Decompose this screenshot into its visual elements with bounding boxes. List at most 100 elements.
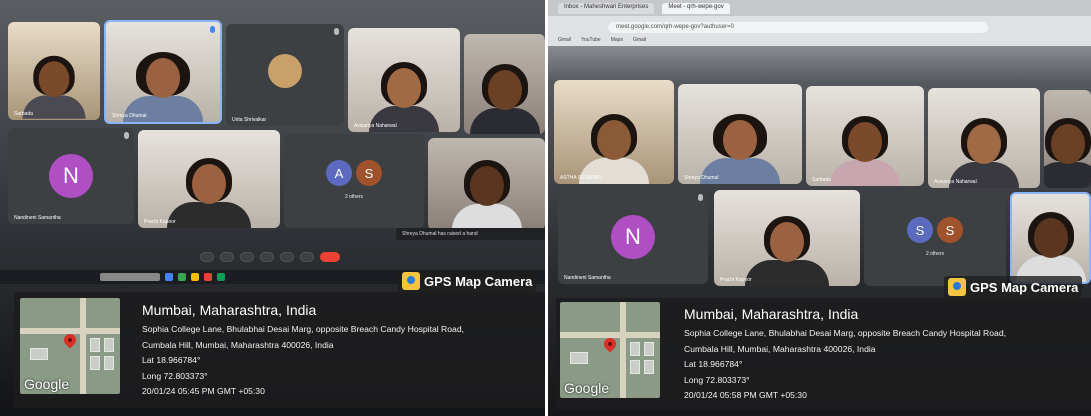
participant-tile (1044, 90, 1091, 188)
app-icon[interactable] (165, 273, 173, 281)
participant-tile: Avisariya Naharwal (348, 28, 460, 132)
browser-tabs: Inbox - Maheshwari Enterprises Meet - qr… (548, 0, 1091, 16)
participant-tile: Prachi Kapoor (714, 190, 860, 286)
participant-tile: Sarbada (806, 86, 924, 186)
browser-tab[interactable]: Inbox - Maheshwari Enterprises (558, 3, 655, 14)
bookmark[interactable]: Gmail (633, 37, 646, 43)
gps-datetime: 20/01/24 05:58 PM GMT +05:30 (684, 390, 807, 400)
participant-avatar: A (326, 160, 352, 187)
participant-tile: A S 2 others (284, 134, 424, 228)
mic-icon (210, 26, 215, 33)
raise-hand-button[interactable] (260, 252, 274, 262)
search-icon[interactable] (100, 273, 160, 281)
gps-camera-logo (402, 272, 420, 290)
map-thumbnail: Google (20, 298, 120, 394)
participant-name: Nandineni Samantha (14, 215, 61, 221)
gps-latitude: Lat 18.966784° (684, 359, 743, 369)
participant-name: Shreya Dhumal (684, 175, 719, 181)
mic-icon (334, 28, 339, 35)
participant-name: 2 others (344, 194, 364, 201)
meeting-controls (200, 252, 340, 262)
bookmark[interactable]: YouTube (581, 37, 601, 43)
participant-name: Prachi Kapoor (720, 277, 752, 283)
gps-datetime: 20/01/24 05:45 PM GMT +05:30 (142, 386, 265, 396)
bookmark[interactable]: Maps (611, 37, 623, 43)
participant-name: Nandineni Samantha (564, 275, 611, 281)
gps-info-panel: Google Mumbai, Maharashtra, India Sophia… (14, 292, 545, 408)
photo-right: Inbox - Maheshwari Enterprises Meet - qr… (548, 0, 1091, 416)
participant-tile: N Nandineni Samantha (8, 128, 134, 224)
participant-tile (464, 34, 545, 134)
participant-name: Urita Shrivalkar (232, 117, 267, 123)
gps-camera-brand: GPS Map Camera (970, 279, 1079, 295)
gps-address-line-2: Cumbala Hill, Mumbai, Maharashtra 400026… (142, 339, 334, 350)
participant-video (469, 64, 540, 134)
participant-avatar: N (49, 154, 93, 198)
participant-tile: Shreya Dhumal (104, 20, 222, 124)
gps-address-line-1: Sophia College Lane, Bhulabhai Desai Mar… (142, 324, 464, 334)
participant-video (830, 116, 900, 186)
participant-tile: Sarbada (8, 22, 100, 120)
participant-avatar: S (937, 217, 963, 244)
more-options-button[interactable] (300, 252, 314, 262)
participant-video (745, 216, 829, 286)
raise-hand-text: Shreya Dhumal has raised a hand (402, 231, 478, 237)
participant-name: ASTHA SENAPATI (560, 175, 602, 181)
app-icon[interactable] (191, 273, 199, 281)
gps-longitude: Long 72.803373° (684, 374, 750, 385)
participant-video (451, 160, 522, 230)
participant-avatar: S (356, 160, 382, 187)
gps-address-line-2: Cumbala Hill, Mumbai, Maharashtra 400026… (684, 343, 876, 354)
app-icon[interactable] (217, 273, 225, 281)
map-thumbnail: Google (560, 302, 660, 398)
google-logo: Google (24, 376, 70, 392)
gps-camera-brand: GPS Map Camera (424, 273, 533, 289)
participant-tile (428, 138, 545, 230)
participant-name: Avisariya Naharwal (934, 179, 977, 185)
browser-bar: Inbox - Maheshwari Enterprises Meet - qr… (548, 0, 1091, 46)
location-pin-icon (61, 331, 79, 349)
participant-avatars: S S (907, 217, 963, 244)
bookmark[interactable]: Gmail (558, 37, 571, 43)
gps-city: Mumbai, Maharashtra, India (684, 306, 859, 322)
participant-tile: N Nandineni Samantha (558, 190, 708, 284)
raise-hand-notice: Shreya Dhumal has raised a hand (396, 228, 545, 240)
browser-tab[interactable]: Meet - qrh-wepe-gov (662, 3, 730, 14)
present-button[interactable] (280, 252, 294, 262)
participant-tile: Urita Shrivalkar (226, 24, 344, 126)
participant-name: Sarbada (14, 111, 33, 117)
photo-left: Sarbada Shreya Dhumal Urita Shrivalkar A… (0, 0, 545, 416)
camera-button[interactable] (220, 252, 234, 262)
participant-name: Prachi Kapoor (144, 219, 176, 225)
participant-tile: Avisariya Naharwal (928, 88, 1040, 188)
end-call-button[interactable] (320, 252, 340, 262)
participant-avatar (268, 53, 302, 88)
participant-avatar: N (611, 215, 655, 259)
app-icon[interactable] (204, 273, 212, 281)
participant-tile (1010, 192, 1091, 284)
bookmarks-bar: Gmail YouTube Maps Gmail (558, 37, 646, 43)
participant-avatar: S (907, 217, 933, 244)
address-bar[interactable]: meet.google.com/qrh-wepe-gov?authuser=0 (608, 22, 988, 33)
participant-tile: Prachi Kapoor (138, 130, 280, 228)
gps-camera-badge: GPS Map Camera (398, 270, 537, 292)
participant-name: Avisariya Naharwal (354, 123, 397, 129)
gps-text: Mumbai, Maharashtra, India Sophia Colleg… (684, 306, 1006, 404)
gps-camera-badge: GPS Map Camera (944, 276, 1083, 298)
app-icon[interactable] (178, 273, 186, 281)
gps-address-line-1: Sophia College Lane, Bhulabhai Desai Mar… (684, 328, 1006, 338)
captions-button[interactable] (240, 252, 254, 262)
gps-latitude: Lat 18.966784° (142, 355, 201, 365)
participant-video (1015, 212, 1086, 282)
participant-tile: Shreya Dhumal (678, 84, 802, 184)
gps-longitude: Long 72.803373° (142, 370, 208, 381)
participant-avatars: A S (326, 160, 382, 187)
gps-camera-logo (948, 278, 966, 296)
participant-name: Sarbada (812, 177, 831, 183)
mic-icon (124, 132, 129, 139)
participant-tile: ASTHA SENAPATI (554, 80, 674, 184)
participant-video (167, 158, 251, 228)
mic-button[interactable] (200, 252, 214, 262)
mic-icon (698, 194, 703, 201)
participant-video (1044, 118, 1091, 188)
